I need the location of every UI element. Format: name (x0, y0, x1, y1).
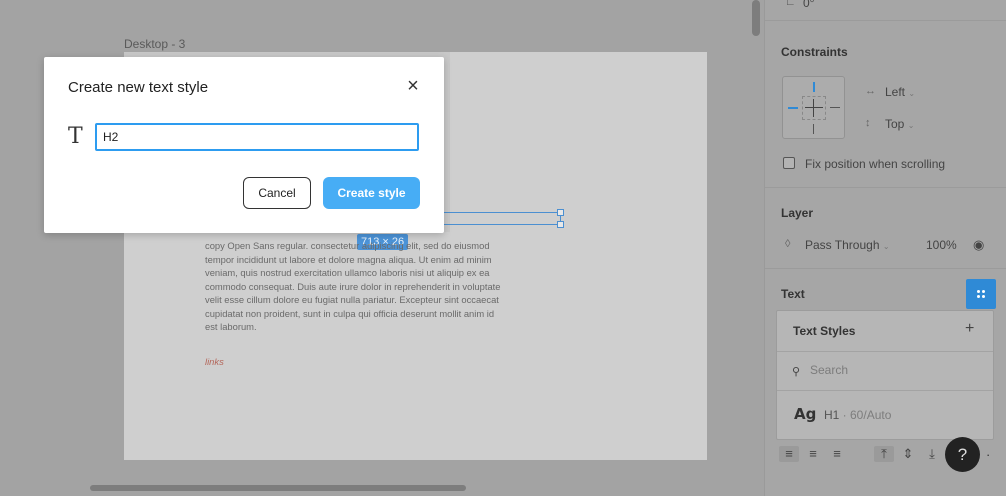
horizontal-constraint-select[interactable]: Left ⌄ (885, 85, 915, 99)
layer-opacity[interactable]: 100% (926, 238, 957, 252)
blend-mode-value: Pass Through (805, 238, 880, 252)
resize-handle-bottom-right[interactable] (557, 221, 564, 228)
chevron-down-icon: ⌄ (882, 242, 890, 251)
frame-label[interactable]: Desktop - 3 (124, 37, 185, 51)
fix-position-label: Fix position when scrolling (805, 157, 946, 171)
grid-dot (977, 295, 980, 298)
text-styles-popup: Text Styles + ⚲ Ag H1 · 60/Auto (776, 310, 994, 440)
horizontal-constraint-value: Left (885, 85, 906, 99)
align-top-icon[interactable]: ⤒ (874, 446, 894, 462)
create-style-button[interactable]: Create style (323, 177, 420, 209)
vertical-scrollbar[interactable] (752, 0, 760, 36)
align-right-icon[interactable]: ≡ (827, 446, 847, 462)
style-preview: Ag (794, 405, 817, 423)
horizontal-scrollbar[interactable] (90, 485, 466, 491)
chevron-down-icon: ⌄ (908, 89, 916, 98)
constraint-top-bar[interactable] (813, 82, 815, 92)
constraint-center-h[interactable] (805, 107, 823, 108)
blend-mode-select[interactable]: Pass Through ⌄ (805, 238, 890, 252)
help-icon[interactable]: ? (945, 437, 980, 472)
cancel-button[interactable]: Cancel (243, 177, 311, 209)
grid-dot (982, 295, 985, 298)
constraint-widget[interactable] (782, 76, 845, 139)
rotation-icon: ∟ (785, 0, 796, 8)
grid-dots-icon (976, 289, 986, 299)
divider (765, 187, 1006, 188)
rotation-value[interactable]: 0° (803, 0, 814, 10)
vertical-arrows-icon: ↕ (865, 117, 871, 129)
align-left-icon[interactable]: ≡ (779, 446, 799, 462)
align-center-icon[interactable]: ≡ (803, 446, 823, 462)
text-styles-button[interactable] (966, 279, 996, 309)
resize-handle-top-right[interactable] (557, 209, 564, 216)
eye-icon[interactable]: ◉ (973, 237, 984, 253)
search-icon: ⚲ (792, 366, 801, 378)
more-icon[interactable]: · (986, 447, 990, 462)
divider (765, 268, 1006, 269)
style-name-text: H1 (824, 408, 840, 422)
modal-title: Create new text style (68, 79, 209, 96)
create-text-style-modal: Create new text style × T Cancel Create … (44, 57, 444, 233)
links-text[interactable]: links (205, 356, 224, 367)
style-name: H1 · 60/Auto (824, 408, 891, 422)
blend-drop-icon: ◊ (785, 238, 791, 250)
text-styles-search-input[interactable] (810, 363, 970, 377)
vertical-constraint-select[interactable]: Top ⌄ (885, 117, 914, 131)
fix-position-checkbox[interactable] (783, 157, 795, 169)
constraint-center-box (802, 96, 826, 120)
constraints-title: Constraints (781, 45, 848, 59)
constraint-bottom-bar[interactable] (813, 124, 814, 134)
style-meta: · 60/Auto (839, 408, 892, 422)
grid-dot (977, 290, 980, 293)
layer-title: Layer (781, 206, 814, 220)
constraint-center-v[interactable] (813, 99, 814, 117)
close-icon[interactable]: × (404, 76, 422, 96)
align-middle-icon[interactable]: ⇕ (898, 446, 918, 462)
grid-dot (982, 290, 985, 293)
properties-panel: ∟ 0° Constraints ↔ Left ⌄ ↕ Top ⌄ Fix po… (764, 0, 1006, 496)
text-type-icon: T (68, 124, 83, 149)
plus-icon[interactable]: + (965, 320, 974, 338)
text-section-title: Text (781, 287, 805, 301)
horizontal-arrows-icon: ↔ (865, 85, 876, 97)
body-copy-text[interactable]: copy Open Sans regular. consectetur adip… (205, 239, 505, 334)
divider (765, 20, 1006, 21)
text-styles-title: Text Styles (793, 324, 856, 338)
vertical-constraint-value: Top (885, 117, 905, 131)
text-style-item-h1[interactable]: Ag H1 · 60/Auto (777, 393, 993, 439)
constraint-right-bar[interactable] (830, 107, 840, 108)
style-name-input[interactable] (95, 123, 419, 151)
chevron-down-icon: ⌄ (907, 121, 915, 130)
align-bottom-icon[interactable]: ⤓ (922, 446, 942, 462)
constraint-left-bar[interactable] (788, 107, 798, 109)
text-styles-search-row: ⚲ (777, 351, 993, 391)
